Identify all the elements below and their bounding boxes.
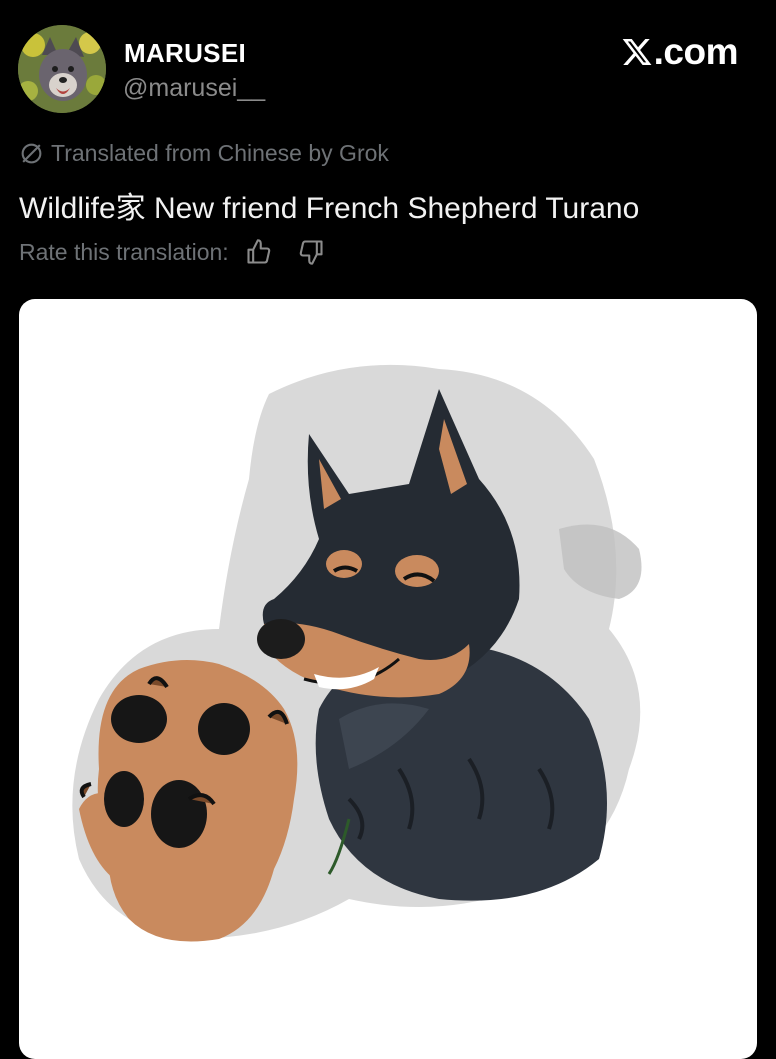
x-logo-icon bbox=[622, 39, 652, 65]
post-media-card[interactable] bbox=[19, 299, 757, 1059]
translate-icon bbox=[21, 143, 42, 164]
display-name[interactable]: MARUSEI bbox=[124, 38, 246, 69]
rate-translation: Rate this translation: bbox=[19, 238, 325, 266]
thumbs-up-button[interactable] bbox=[245, 238, 273, 266]
thumbs-down-icon bbox=[299, 240, 323, 265]
thumbs-down-button[interactable] bbox=[297, 238, 325, 266]
avatar[interactable] bbox=[18, 25, 106, 113]
x-com-text: .com bbox=[653, 31, 739, 72]
dog-artwork-image bbox=[72, 364, 642, 942]
x-com-logo: .com bbox=[621, 30, 739, 74]
post-header: MARUSEI @marusei__ .com bbox=[0, 0, 776, 130]
thumbs-up-icon bbox=[247, 239, 270, 264]
rate-label: Rate this translation: bbox=[19, 238, 229, 265]
user-handle[interactable]: @marusei__ bbox=[123, 74, 265, 103]
translation-notice: Translated from Chinese by Grok bbox=[19, 140, 389, 167]
post-text: Wildlife家 New friend French Shepherd Tur… bbox=[19, 192, 640, 225]
translation-label: Translated from Chinese by Grok bbox=[51, 140, 389, 166]
avatar-image bbox=[18, 25, 106, 113]
